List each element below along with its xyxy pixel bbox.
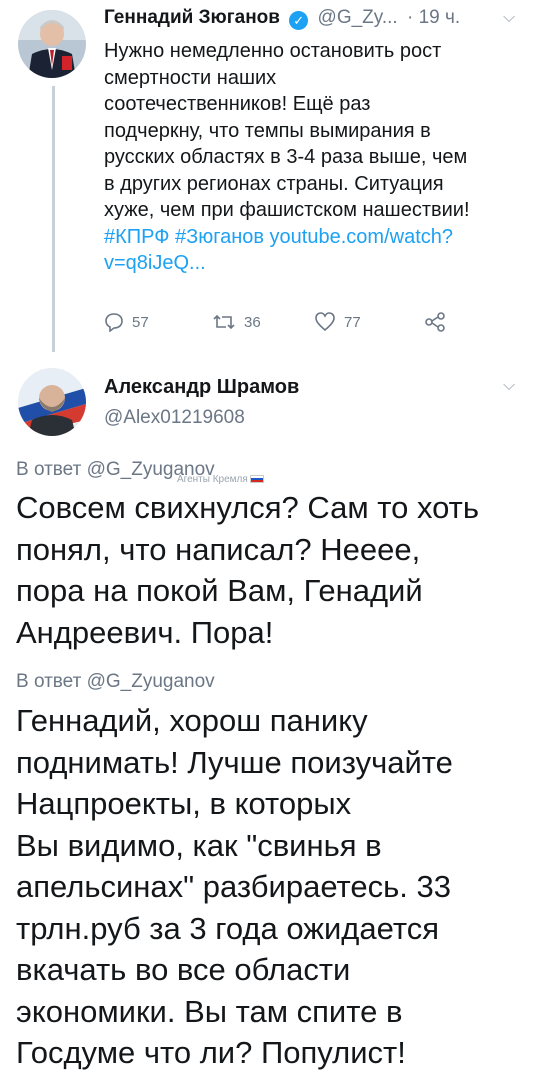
tweet-line: подчеркну, что темпы вымирания в	[104, 119, 431, 142]
reply-button[interactable]: 57	[104, 312, 149, 332]
avatar-zyuganov[interactable]	[18, 10, 86, 78]
retweet-icon	[212, 312, 236, 332]
like-count: 77	[344, 313, 361, 331]
tweet-line: русских областях в 3-4 раза выше, чем	[104, 146, 468, 168]
author-handle[interactable]: @G_Zy...	[318, 7, 398, 28]
reply-comment-1: Совсем свихнулся? Сам то хоть понял, что…	[16, 487, 526, 653]
comment-line: Геннадий, хорош панику	[16, 703, 368, 738]
verified-badge-icon: ✓	[289, 11, 309, 30]
tweet-header: Геннадий Зюганов ✓ @G_Zy... · 19 ч.	[104, 7, 460, 30]
agent-tag-text: Агенты Кремля	[177, 474, 248, 485]
comment-line: трлн.руб за 3 года ожидается	[16, 910, 439, 946]
retweet-count: 36	[244, 313, 261, 331]
tweet-line: соотечественников! Ещё раз	[104, 93, 371, 115]
share-icon	[424, 312, 446, 332]
comment-line: вкачать во все области	[16, 952, 351, 987]
comment-line: пора на покой Вам, Генадий	[16, 573, 423, 608]
comment-line: апельсинах" разбираетесь. 33	[16, 869, 451, 904]
comment-line: Нацпроекты, в которых	[16, 786, 352, 821]
reply-author-name[interactable]: Александр Шрамов	[104, 376, 299, 399]
retweet-button[interactable]: 36	[212, 312, 261, 332]
comment-line: Андреевич. Пора!	[16, 614, 274, 650]
tweet-line: смертности наших	[104, 66, 277, 89]
avatar-shramov[interactable]	[18, 368, 86, 436]
reply-icon	[104, 312, 124, 332]
tweet-line: Нужно немедленно остановить рост	[104, 40, 442, 62]
comment-line: экономики. Вы там спите в	[16, 993, 403, 1029]
reply-to-label: В ответ @G_Zyuganov	[16, 671, 215, 693]
comment-line: поднимать! Лучше поизучайте	[16, 744, 453, 780]
tweet-line: хуже, чем при фашистском нашествии!	[104, 199, 470, 221]
agent-tag: Агенты Кремля	[177, 474, 264, 485]
chevron-down-icon[interactable]: ⌵	[503, 377, 515, 395]
tweet-time[interactable]: · 19 ч.	[407, 7, 460, 28]
tweet-text: Нужно немедленно остановить рост смертно…	[104, 38, 524, 277]
russian-flag-icon	[249, 475, 264, 484]
comment-line: Совсем свихнулся? Сам то хоть	[16, 490, 480, 525]
tweet-link-cont[interactable]: v=q8iJeQ...	[104, 250, 524, 277]
thread-line	[52, 86, 55, 352]
author-name[interactable]: Геннадий Зюганов	[104, 7, 280, 28]
chevron-down-icon[interactable]: ⌵	[503, 9, 515, 27]
reply-author-handle[interactable]: @Alex01219608	[104, 407, 245, 429]
tweet-links[interactable]: #КПРФ #Зюганов youtube.com/watch?	[104, 224, 524, 251]
comment-line: Вы видимо, как "свинья в	[16, 827, 382, 863]
comment-line: Госдуме что ли? Популист!	[16, 1035, 406, 1070]
heart-icon	[314, 312, 336, 332]
tweet-actions: 57 36 77	[104, 312, 504, 340]
reply-to-text[interactable]: В ответ @G_Zyuganov	[16, 671, 215, 692]
reply-count: 57	[132, 313, 149, 331]
reply-comment-2: Геннадий, хорош панику поднимать! Лучше …	[16, 700, 526, 1074]
comment-line: понял, что написал? Нееее,	[16, 531, 421, 567]
share-button[interactable]	[424, 312, 446, 332]
tweet-line: в других регионах страны. Ситуация	[104, 172, 444, 195]
like-button[interactable]: 77	[314, 312, 361, 332]
